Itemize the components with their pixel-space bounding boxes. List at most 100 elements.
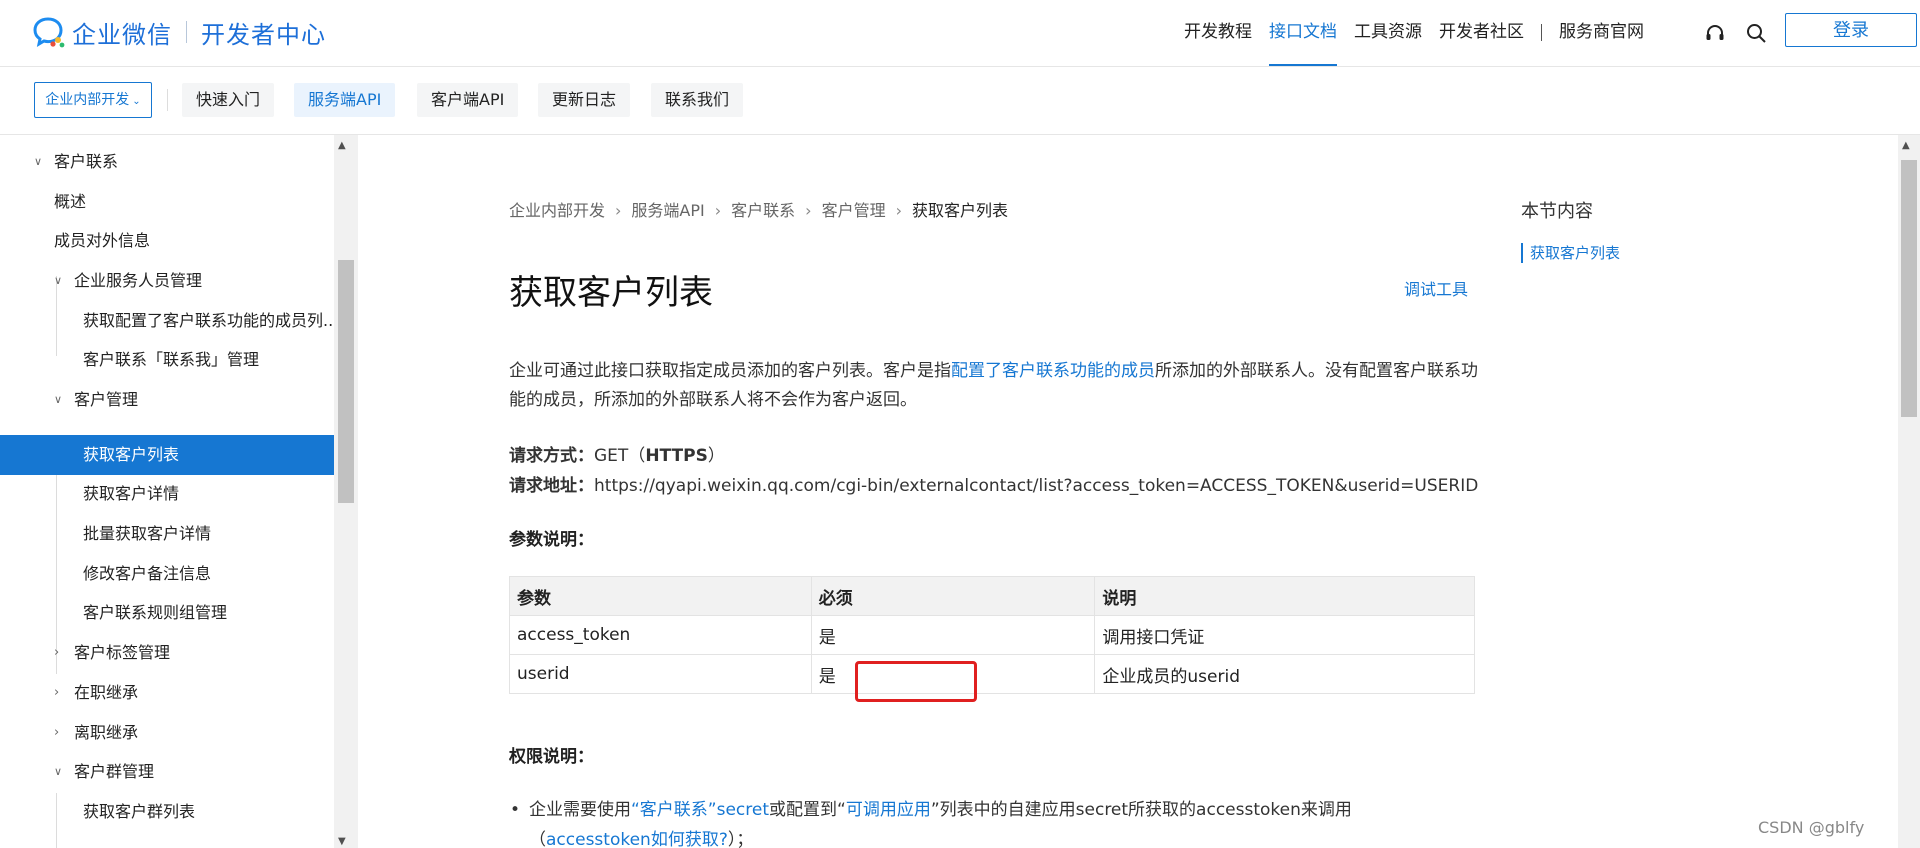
top-nav-api-docs[interactable]: 接口文档 xyxy=(1269,0,1337,66)
sub-nav: 企业内部开发 ⌄ 快速入门 服务端API 客户端API 更新日志 联系我们 xyxy=(0,67,1920,135)
table-row: access_token 是 调用接口凭证 xyxy=(509,615,1475,655)
permission-list-item: 企业需要使用“客户联系”secret或配置到“可调用应用”列表中的自建应用sec… xyxy=(510,795,1529,848)
brand-name: 企业微信 xyxy=(72,20,172,49)
highlight-box xyxy=(855,661,977,702)
sidebar-item-label: 获取配置了客户联系功能的成员列... xyxy=(83,311,334,330)
table-header-cell: 必须 xyxy=(810,576,1096,616)
sidebar-item-label: 客户联系 xyxy=(54,152,119,171)
params-heading: 参数说明： xyxy=(509,530,594,550)
breadcrumb-separator-icon: › xyxy=(805,201,812,220)
callable-apps-link[interactable]: 可调用应用 xyxy=(846,800,931,820)
brand-logo[interactable]: 企业微信 开发者中心 xyxy=(32,14,326,50)
sidebar-item-customer-contact[interactable]: ∨ 客户联系 xyxy=(0,142,334,182)
dev-type-dropdown[interactable]: 企业内部开发 ⌄ xyxy=(34,82,152,118)
accesstoken-howto-link[interactable]: accesstoken如何获取? xyxy=(546,830,728,848)
sidebar-item-label: 修改客户备注信息 xyxy=(83,564,212,583)
permission-text: ）； xyxy=(727,830,754,848)
sidebar-item-label: 在职继承 xyxy=(74,683,139,702)
chevron-down-icon: ⌄ xyxy=(132,96,141,107)
sidebar-item-label: 客户管理 xyxy=(74,390,139,409)
sidebar-item-follow-user-list[interactable]: 获取配置了客户联系功能的成员列... xyxy=(0,301,334,341)
sidebar-item-service-staff[interactable]: ∨ 企业服务人员管理 xyxy=(0,261,334,301)
sidebar-item-strategy-group[interactable]: 客户联系规则组管理 xyxy=(0,593,334,633)
sidebar-item-overview[interactable]: 概述 xyxy=(0,182,334,222)
table-header-cell: 说明 xyxy=(1094,576,1475,616)
breadcrumb-separator-icon: › xyxy=(615,201,622,220)
breadcrumb-separator-icon: › xyxy=(895,201,902,220)
chevron-down-icon: ∨ xyxy=(54,765,63,778)
search-icon[interactable] xyxy=(1745,22,1767,44)
request-url-label: 请求地址： xyxy=(509,476,594,496)
sidebar-item-member-external-info[interactable]: 成员对外信息 xyxy=(0,221,334,261)
permission-text: 或配置到“ xyxy=(769,800,846,820)
tab-server-api[interactable]: 服务端API xyxy=(294,83,396,117)
sidebar-item-get-customer-detail[interactable]: 获取客户详情 xyxy=(0,474,334,514)
permission-text: （ xyxy=(529,830,546,848)
top-nav: 开发教程 接口文档 工具资源 开发者社区 服务商官网 xyxy=(1184,0,1661,66)
request-url: 请求地址：https://qyapi.weixin.qq.com/cgi-bin… xyxy=(509,471,1478,496)
page-scrollbar-thumb[interactable] xyxy=(1901,160,1917,417)
sub-nav-divider xyxy=(167,89,168,111)
tab-changelog[interactable]: 更新日志 xyxy=(538,83,631,117)
tab-quick-start[interactable]: 快速入门 xyxy=(182,83,275,117)
tab-contact-us[interactable]: 联系我们 xyxy=(651,83,744,117)
sidebar-item-tag-management[interactable]: › 客户标签管理 xyxy=(0,633,334,673)
sidebar-item-customer-management[interactable]: ∨ 客户管理 xyxy=(0,380,334,420)
headset-icon[interactable] xyxy=(1704,22,1726,44)
sidebar-item-group-chat-management[interactable]: ∨ 客户群管理 xyxy=(0,752,334,792)
sidebar-item-group-chat-list[interactable]: 获取客户群列表 xyxy=(0,792,334,832)
permission-heading: 权限说明： xyxy=(509,747,594,767)
customer-contact-secret-link[interactable]: “客户联系”secret xyxy=(631,800,769,820)
table-cell: 企业成员的userid xyxy=(1094,654,1475,694)
sidebar-item-label: 企业服务人员管理 xyxy=(74,271,203,290)
top-nav-dev-tutorial[interactable]: 开发教程 xyxy=(1184,0,1252,66)
top-nav-dev-community[interactable]: 开发者社区 xyxy=(1439,0,1524,66)
scroll-up-arrow-icon[interactable]: ▲ xyxy=(1902,140,1910,151)
permission-text: 企业需要使用 xyxy=(529,800,631,820)
sidebar-item-resigned-transfer[interactable]: › 离职继承 xyxy=(0,713,334,753)
request-method-value: GET（ xyxy=(594,446,646,466)
top-nav-divider xyxy=(1541,24,1542,41)
sidebar-item-label: 获取客户群列表 xyxy=(83,802,196,821)
breadcrumb-item[interactable]: 客户联系 xyxy=(731,201,795,220)
sidebar-scrollbar-thumb[interactable] xyxy=(338,260,354,503)
table-header-row: 参数 必须 说明 xyxy=(509,576,1475,616)
breadcrumb-separator-icon: › xyxy=(714,201,722,220)
breadcrumb-item[interactable]: 客户管理 xyxy=(822,201,886,220)
chevron-right-icon: › xyxy=(54,645,60,660)
sidebar-item-onjob-transfer[interactable]: › 在职继承 xyxy=(0,673,334,713)
params-table: 参数 必须 说明 access_token 是 调用接口凭证 userid 是 … xyxy=(509,576,1475,694)
login-button[interactable]: 登录 xyxy=(1785,13,1917,47)
request-method: 请求方式：GET（HTTPS） xyxy=(509,441,725,466)
top-nav-provider-site[interactable]: 服务商官网 xyxy=(1559,0,1644,66)
scroll-up-arrow-icon[interactable]: ▲ xyxy=(338,140,346,151)
table-cell: 是 xyxy=(810,615,1096,655)
table-row: userid 是 企业成员的userid xyxy=(509,654,1475,694)
main-content: 企业内部开发 › 服务端API › 客户联系 › 客户管理 › 获取客户列表 获取客户列表 调试… xyxy=(358,135,1898,848)
request-method-close: ） xyxy=(707,446,725,466)
sidebar-item-update-remark[interactable]: 修改客户备注信息 xyxy=(0,554,334,594)
breadcrumb-current: 获取客户列表 xyxy=(912,201,1009,220)
intro-link[interactable]: 配置了客户联系功能的成员 xyxy=(951,361,1155,381)
sidebar-item-contact-way[interactable]: 客户联系「联系我」管理 xyxy=(0,340,334,380)
toc-item[interactable]: 获取客户列表 xyxy=(1521,243,1620,263)
top-header: 企业微信 开发者中心 开发教程 接口文档 工具资源 开发者社区 服务商官网 登录 xyxy=(0,0,1920,67)
breadcrumb-item[interactable]: 服务端API xyxy=(631,201,704,220)
brand-divider xyxy=(186,21,187,43)
debug-tool-link[interactable]: 调试工具 xyxy=(1404,276,1468,300)
table-cell: 调用接口凭证 xyxy=(1094,615,1475,655)
sidebar-item-batch-customer-detail[interactable]: 批量获取客户详情 xyxy=(0,514,334,554)
scroll-down-arrow-icon[interactable]: ▼ xyxy=(338,836,346,847)
top-nav-tool-resources[interactable]: 工具资源 xyxy=(1354,0,1422,66)
table-cell: access_token xyxy=(509,615,812,655)
tab-client-api[interactable]: 客户端API xyxy=(417,83,519,117)
breadcrumb-item[interactable]: 企业内部开发 xyxy=(509,201,605,220)
watermark: CSDN @gblfy xyxy=(1758,818,1865,837)
chevron-down-icon: ∨ xyxy=(54,274,63,287)
sidebar-item-label: 客户标签管理 xyxy=(74,643,171,662)
request-method-label: 请求方式： xyxy=(509,446,594,466)
sidebar-item-label: 离职继承 xyxy=(74,723,139,742)
sidebar-item-label: 成员对外信息 xyxy=(54,231,151,250)
sidebar-item-get-customer-list[interactable]: 获取客户列表 xyxy=(0,435,334,475)
sidebar-item-label: 客户联系「联系我」管理 xyxy=(83,350,260,369)
